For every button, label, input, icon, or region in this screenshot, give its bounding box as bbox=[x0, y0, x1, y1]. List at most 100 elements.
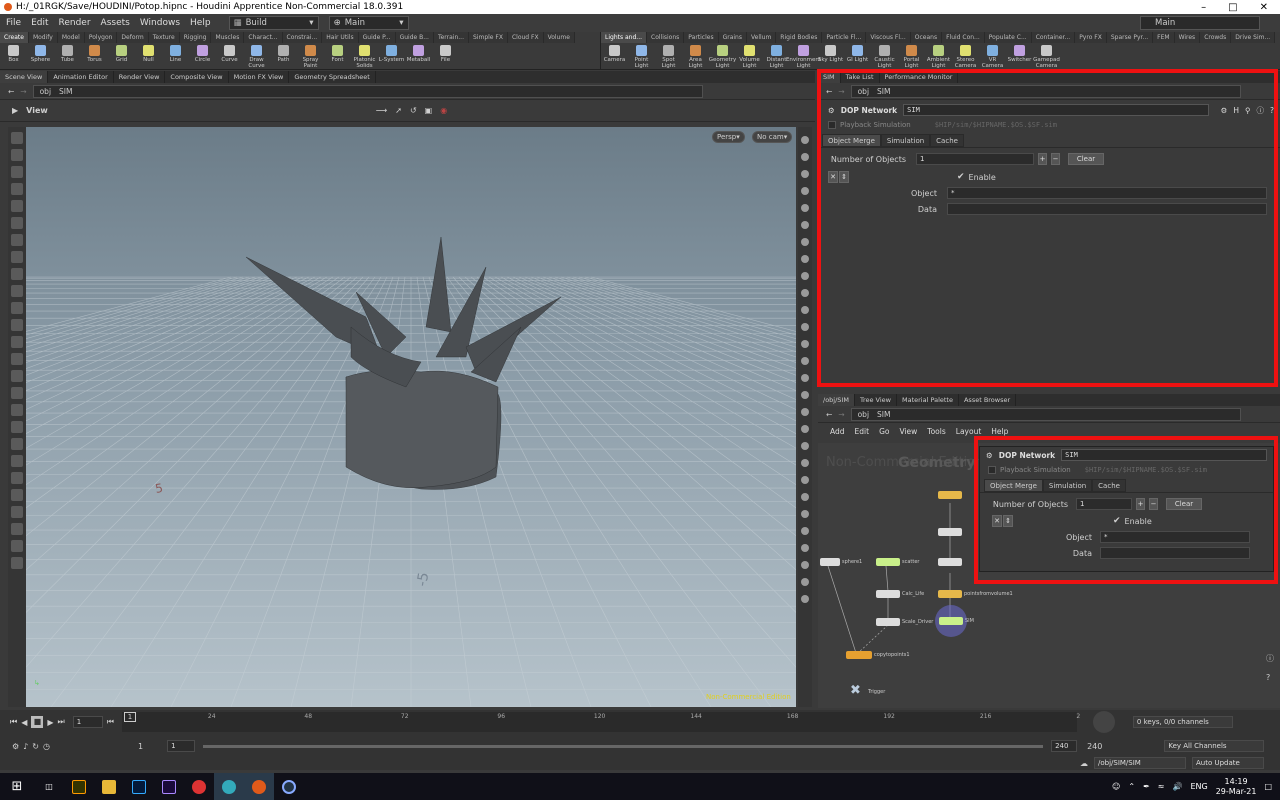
tool-ambient-light[interactable]: Ambient Light bbox=[925, 43, 952, 70]
display-option-icon[interactable] bbox=[801, 357, 809, 365]
viewport-tool-icon[interactable] bbox=[11, 268, 23, 280]
display-option-icon[interactable] bbox=[801, 255, 809, 263]
float-delete-entry-button[interactable]: ✕ bbox=[992, 515, 1002, 527]
node-sphere1[interactable] bbox=[820, 558, 840, 566]
clear-button[interactable]: Clear bbox=[1068, 153, 1104, 165]
shelf-tab-deform[interactable]: Deform bbox=[117, 32, 149, 43]
display-option-icon[interactable] bbox=[801, 153, 809, 161]
sim-path-segment[interactable]: SIM bbox=[877, 410, 890, 419]
forward-arrow-icon[interactable]: → bbox=[838, 410, 844, 419]
display-option-icon[interactable] bbox=[801, 170, 809, 178]
info-icon[interactable]: ⓘ bbox=[1257, 105, 1265, 116]
pane-tab-animation-editor[interactable]: Animation Editor bbox=[48, 71, 114, 83]
remove-object-button[interactable]: − bbox=[1051, 153, 1060, 165]
viewport-tool-icon[interactable] bbox=[11, 183, 23, 195]
tool-vr-camera[interactable]: VR Camera bbox=[979, 43, 1006, 70]
persp-select[interactable]: Persp ▾ bbox=[712, 131, 745, 143]
record-icon[interactable]: ◉ bbox=[440, 106, 447, 115]
move-entry-button[interactable]: ⇕ bbox=[839, 171, 849, 183]
pane-tab-take-list[interactable]: Take List bbox=[841, 71, 880, 83]
forward-arrow-icon[interactable]: → bbox=[838, 87, 844, 96]
param-subtab-simulation[interactable]: Simulation bbox=[880, 134, 931, 147]
tool-null[interactable]: Null bbox=[135, 43, 162, 70]
node-pointsfromvolume1[interactable] bbox=[938, 590, 962, 598]
pane-tab-composite-view[interactable]: Composite View bbox=[165, 71, 229, 83]
shelf-tab-terrain[interactable]: Terrain... bbox=[433, 32, 469, 43]
viewport-tool-icon[interactable] bbox=[11, 404, 23, 416]
node-top[interactable] bbox=[938, 491, 962, 499]
display-option-icon[interactable] bbox=[801, 340, 809, 348]
frame-field[interactable]: 1 bbox=[72, 716, 103, 728]
tool-point-light[interactable]: Point Light bbox=[628, 43, 655, 70]
float-num-objects-field[interactable]: 1 bbox=[1076, 498, 1132, 510]
audio-icon[interactable]: ♪ bbox=[23, 742, 28, 751]
pane-tab-obj-sim[interactable]: /obj/SIM bbox=[818, 394, 855, 406]
node-name-field[interactable]: SIM bbox=[903, 104, 1209, 116]
shelf-tab-charact[interactable]: Charact... bbox=[244, 32, 283, 43]
play-button[interactable]: ▶ bbox=[47, 718, 53, 727]
shelf-tab-guide-b[interactable]: Guide B... bbox=[395, 32, 434, 43]
display-option-icon[interactable] bbox=[801, 289, 809, 297]
pane-tab-asset-browser[interactable]: Asset Browser bbox=[959, 394, 1017, 406]
shelf-tab-populate-c[interactable]: Populate C... bbox=[984, 32, 1032, 43]
pen-icon[interactable]: ✒ bbox=[1143, 782, 1150, 791]
float-playback-checkbox[interactable] bbox=[988, 466, 996, 474]
viewport-tool-icon[interactable] bbox=[11, 319, 23, 331]
range-end-field[interactable]: 240 bbox=[1051, 740, 1078, 752]
tool-camera[interactable]: Camera bbox=[601, 43, 628, 70]
pane-tab-sim[interactable]: SIM bbox=[818, 71, 841, 83]
shelf-tab-collisions[interactable]: Collisions bbox=[647, 32, 685, 43]
node-mid[interactable] bbox=[938, 528, 962, 536]
shelf-tab-lights-and[interactable]: Lights and... bbox=[601, 32, 648, 43]
shelf-tab-volume[interactable]: Volume bbox=[543, 32, 575, 43]
menu-assets[interactable]: Assets bbox=[101, 18, 130, 28]
clock[interactable]: 14:19 29-Mar-21 bbox=[1216, 777, 1257, 797]
tool-caustic-light[interactable]: Caustic Light bbox=[871, 43, 898, 70]
tool-switcher[interactable]: Switcher bbox=[1006, 43, 1033, 70]
shelf-tab-sparse-pyr[interactable]: Sparse Pyr... bbox=[1106, 32, 1154, 43]
shelf-tab-polygon[interactable]: Polygon bbox=[84, 32, 118, 43]
clock-icon[interactable]: ◷ bbox=[43, 742, 50, 751]
node-scale-driver[interactable] bbox=[876, 618, 900, 626]
display-option-icon[interactable] bbox=[801, 527, 809, 535]
chevron-up-icon[interactable]: ⌃ bbox=[1128, 782, 1135, 791]
network-menu-add[interactable]: Add bbox=[830, 427, 845, 436]
trigger-node-icon[interactable]: ✖ bbox=[850, 683, 861, 698]
forward-arrow-icon[interactable]: → bbox=[20, 87, 26, 96]
viewport-tool-icon[interactable] bbox=[11, 251, 23, 263]
volume-icon[interactable]: 🔊 bbox=[1173, 782, 1183, 791]
sim-path-segment[interactable]: SIM bbox=[877, 87, 890, 96]
shelf-tab-container[interactable]: Container... bbox=[1031, 32, 1076, 43]
float-move-entry-button[interactable]: ⇕ bbox=[1003, 515, 1013, 527]
task-view-button[interactable]: ◫ bbox=[34, 773, 64, 800]
start-button[interactable]: ⊞ bbox=[0, 773, 34, 800]
display-option-icon[interactable] bbox=[801, 442, 809, 450]
network-menu-tools[interactable]: Tools bbox=[927, 427, 945, 436]
range-start-field[interactable]: 1 bbox=[167, 740, 196, 752]
tool-gi-light[interactable]: GI Light bbox=[844, 43, 871, 70]
tool-torus[interactable]: Torus bbox=[81, 43, 108, 70]
current-frame-marker[interactable]: 1 bbox=[123, 712, 136, 722]
tool-file[interactable]: File bbox=[432, 43, 459, 70]
display-option-icon[interactable] bbox=[801, 459, 809, 467]
network-menu-edit[interactable]: Edit bbox=[855, 427, 870, 436]
tool-sphere[interactable]: Sphere bbox=[27, 43, 54, 70]
shelf-tab-guide-p[interactable]: Guide P... bbox=[358, 32, 396, 43]
shelf-tab-particles[interactable]: Particles bbox=[684, 32, 719, 43]
float-node-name-field[interactable]: SIM bbox=[1061, 449, 1267, 461]
network-menu-view[interactable]: View bbox=[899, 427, 917, 436]
menu-help[interactable]: Help bbox=[190, 18, 211, 28]
play-reverse-button[interactable]: ◀ bbox=[21, 718, 27, 727]
viewport-tool-icon[interactable] bbox=[11, 489, 23, 501]
explorer-icon[interactable] bbox=[94, 773, 124, 800]
pane-tab-material-palette[interactable]: Material Palette bbox=[897, 394, 959, 406]
node-calc-life[interactable] bbox=[876, 590, 900, 598]
timeline-track[interactable]: 1 24 48 72 96 120 144 168 192 216 2 bbox=[121, 712, 1080, 732]
float-data-field[interactable] bbox=[1100, 547, 1250, 559]
tool-l-system[interactable]: L-System bbox=[378, 43, 405, 70]
pane-tab-geometry-spreadsheet[interactable]: Geometry Spreadsheet bbox=[289, 71, 376, 83]
tool-portal-light[interactable]: Portal Light bbox=[898, 43, 925, 70]
minimize-button[interactable]: – bbox=[1201, 2, 1206, 13]
enable-checkbox[interactable]: ✔ bbox=[957, 172, 965, 182]
display-option-icon[interactable] bbox=[801, 476, 809, 484]
